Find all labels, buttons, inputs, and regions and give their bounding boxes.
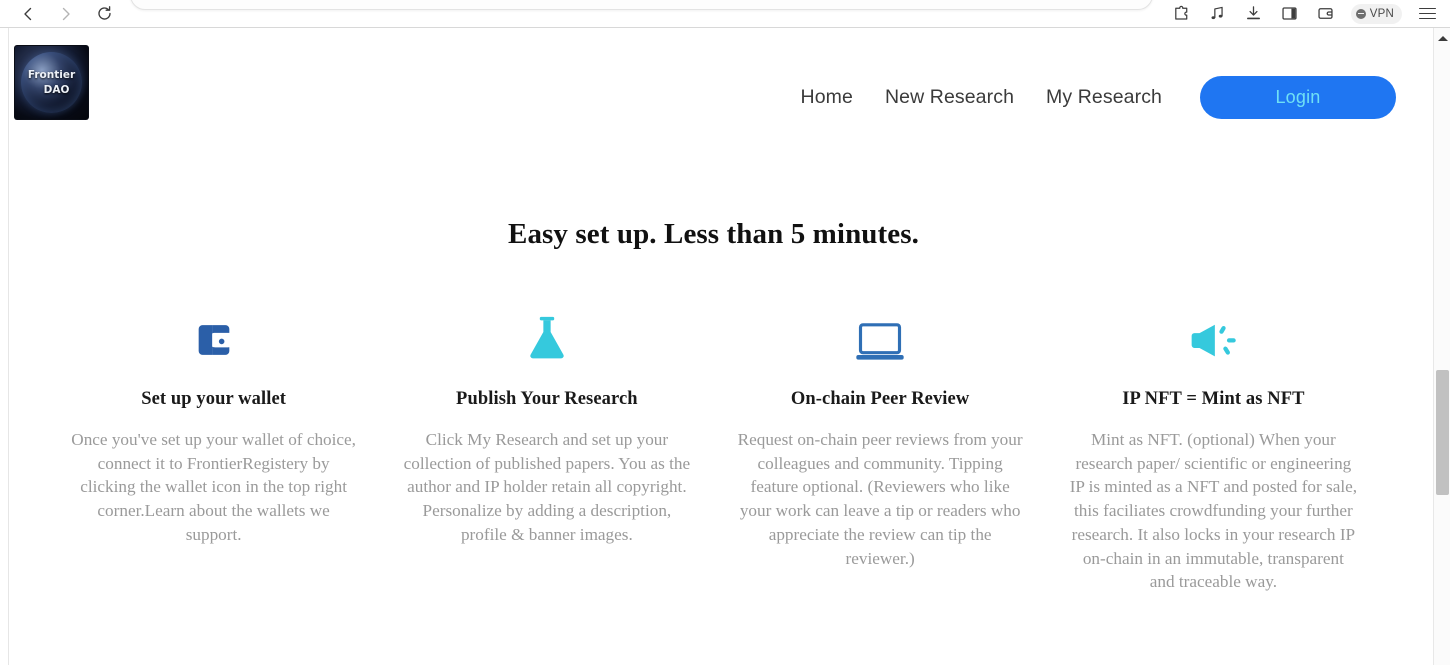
laptop-icon — [856, 323, 904, 360]
puzzle-piece-icon — [1175, 5, 1188, 20]
download-icon[interactable] — [1243, 3, 1265, 25]
feature-title: Set up your wallet — [141, 389, 287, 409]
feature-body: Request on-chain peer reviews from your … — [737, 430, 1023, 568]
logo-line-1: Frontier — [27, 69, 76, 82]
download-icon — [1247, 6, 1261, 20]
site-navigation: Home New Research My Research Login — [785, 76, 1396, 119]
chevron-left-icon — [24, 7, 32, 20]
browser-nav-buttons — [0, 2, 116, 26]
scroll-up-button[interactable] — [1434, 30, 1450, 46]
hamburger-menu-button[interactable] — [1416, 3, 1438, 25]
flask-icon — [530, 316, 564, 359]
scroll-up-arrow-icon — [1437, 35, 1448, 41]
browser-toolbar-icons: VPN — [1171, 3, 1450, 25]
vpn-label: VPN — [1369, 7, 1394, 20]
feature-title: Publish Your Research — [456, 389, 638, 409]
back-button[interactable] — [16, 2, 40, 26]
page-viewport: Frontier DAO Home New Research My Resear… — [0, 28, 1450, 665]
reload-icon — [97, 6, 111, 20]
feature-column-peer-review: On-chain Peer Review Request on-chain pe… — [714, 307, 1047, 594]
sidebar-panel-icon — [1282, 7, 1297, 20]
feature-column-wallet: Set up your wallet Once you've set up yo… — [47, 307, 380, 594]
wallet-icon — [1318, 8, 1333, 19]
feature-body: Click My Research and set up your collec… — [403, 430, 691, 544]
vpn-badge[interactable]: VPN — [1350, 3, 1402, 24]
browser-toolbar: VPN — [0, 0, 1450, 28]
vpn-status-icon — [1355, 8, 1366, 19]
extensions-icon[interactable] — [1171, 3, 1193, 25]
feature-column-ip-nft: IP NFT = Mint as NFT Mint as NFT. (optio… — [1047, 307, 1380, 594]
reload-button[interactable] — [92, 2, 116, 26]
feature-icon-wrap — [191, 307, 237, 363]
forward-button[interactable] — [54, 2, 78, 26]
feature-body: Once you've set up your wallet of choice… — [71, 430, 356, 544]
nav-item-home[interactable]: Home — [785, 86, 869, 109]
wallet-icon[interactable] — [1315, 3, 1337, 25]
logo-line-2: DAO — [43, 83, 70, 96]
feature-title: On-chain Peer Review — [790, 389, 970, 409]
site-logo[interactable]: Frontier DAO — [15, 46, 88, 119]
web-page-content: Frontier DAO Home New Research My Resear… — [9, 28, 1418, 665]
scrollbar-thumb[interactable] — [1436, 370, 1449, 495]
feature-columns: Set up your wallet Once you've set up yo… — [9, 307, 1418, 594]
megaphone-icon — [1192, 324, 1237, 357]
nav-item-my-research[interactable]: My Research — [1030, 86, 1178, 109]
music-note-icon — [1211, 6, 1223, 20]
sidebar-panel-icon[interactable] — [1279, 3, 1301, 25]
address-bar[interactable] — [130, 0, 1153, 10]
wallet-icon — [198, 325, 229, 355]
feature-icon-wrap — [854, 307, 906, 363]
chevron-right-icon — [62, 7, 70, 20]
feature-icon-wrap — [524, 307, 570, 363]
music-note-icon[interactable] — [1207, 3, 1229, 25]
page-title: Easy set up. Less than 5 minutes. — [508, 218, 919, 250]
nav-item-new-research[interactable]: New Research — [869, 86, 1030, 109]
logo-text: Frontier DAO — [15, 46, 88, 119]
site-header: Frontier DAO Home New Research My Resear… — [9, 28, 1418, 168]
feature-icon-wrap — [1187, 307, 1239, 363]
feature-body: Mint as NFT. (optional) When your resear… — [1069, 430, 1358, 592]
feature-title: IP NFT = Mint as NFT — [1122, 389, 1305, 409]
feature-column-publish: Publish Your Research Click My Research … — [380, 307, 713, 594]
address-bar-area — [130, 0, 1153, 28]
login-button[interactable]: Login — [1200, 76, 1396, 119]
hamburger-menu-icon — [1418, 7, 1436, 20]
vertical-scrollbar[interactable] — [1433, 28, 1450, 665]
